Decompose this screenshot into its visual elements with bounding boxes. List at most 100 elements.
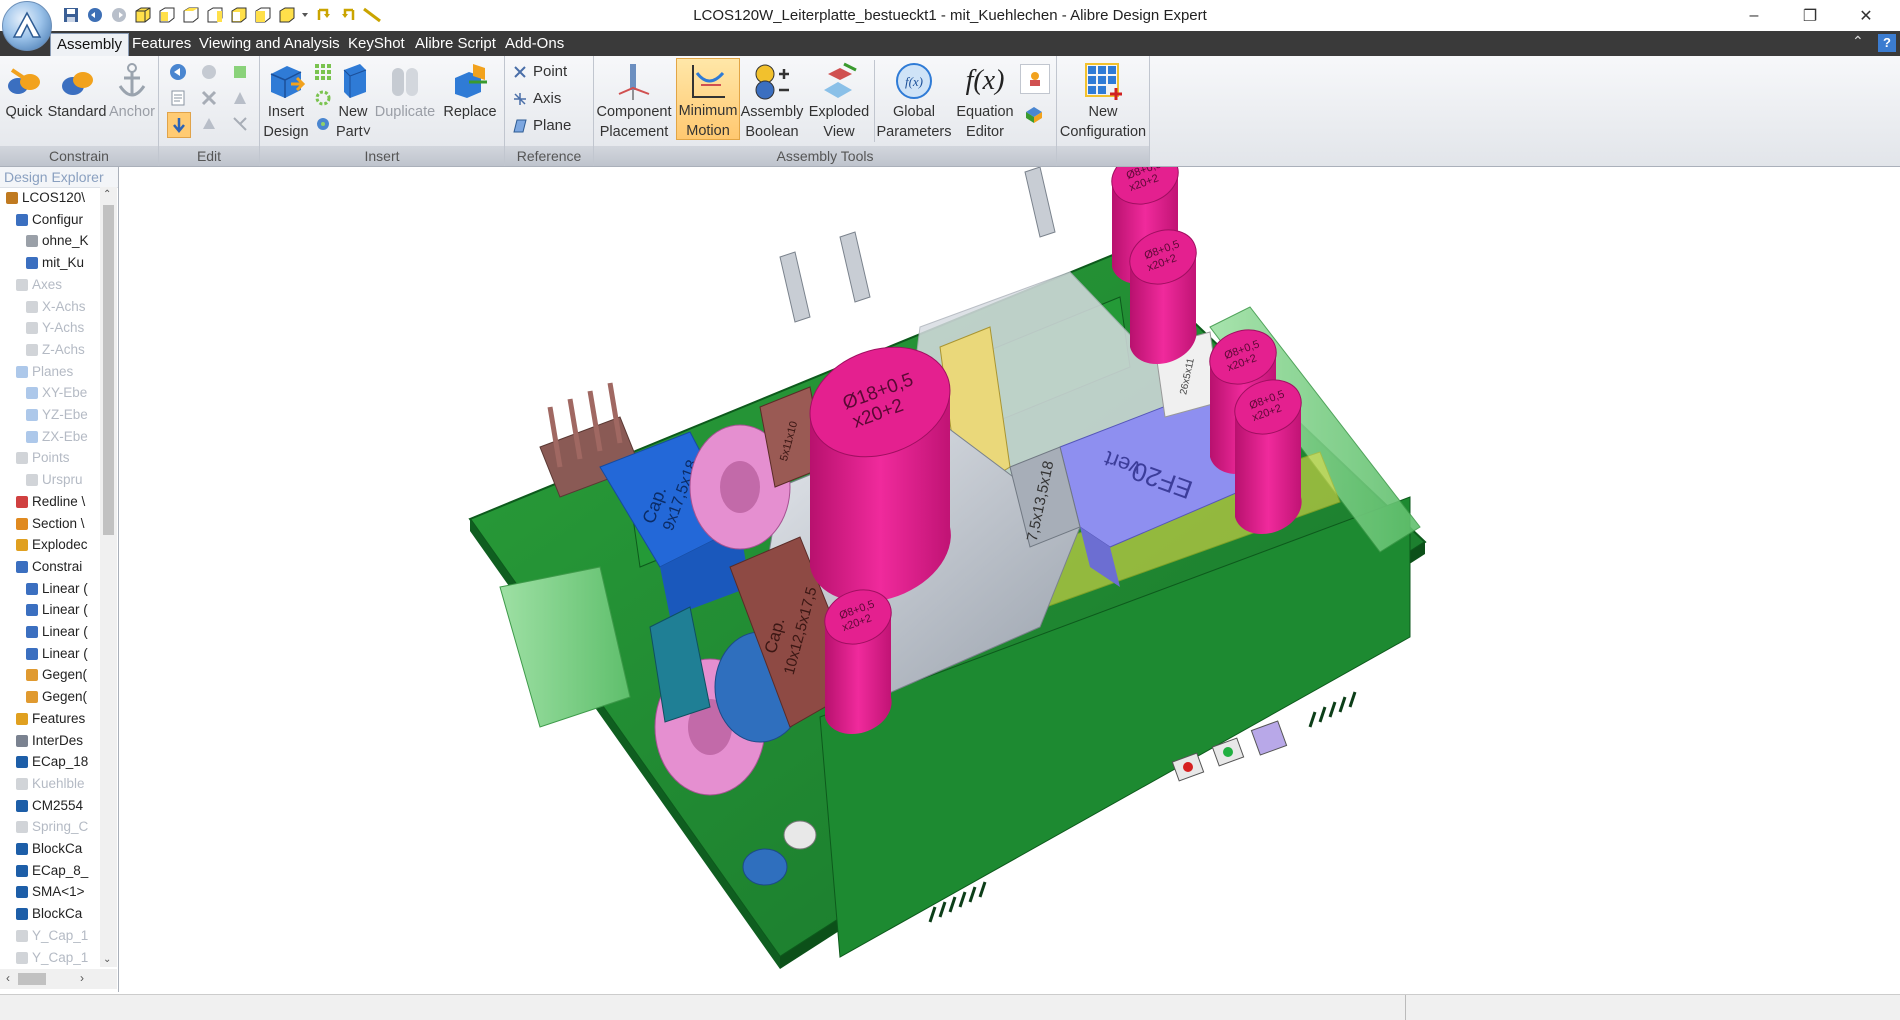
- tree-node[interactable]: CM2554: [16, 795, 83, 817]
- axis-button[interactable]: Axis: [513, 87, 561, 111]
- tree-node[interactable]: Urspru: [26, 469, 83, 491]
- plane-button[interactable]: Plane: [513, 114, 571, 138]
- tree-horizontal-scrollbar[interactable]: ‹ ›: [0, 969, 117, 989]
- view-bottom-icon[interactable]: [204, 5, 225, 26]
- help-icon[interactable]: ?: [1878, 34, 1896, 52]
- redo-icon[interactable]: [108, 5, 129, 26]
- minimum-motion-button[interactable]: Minimum Motion: [676, 58, 740, 140]
- tree-node[interactable]: Constrai: [16, 556, 82, 578]
- assembly-boolean-button[interactable]: Assembly Boolean: [740, 60, 804, 142]
- edit-move-icon[interactable]: [167, 112, 191, 138]
- new-part-button[interactable]: New Part˅: [336, 60, 371, 142]
- scroll-up-icon[interactable]: ⌃: [103, 189, 111, 200]
- insert-design-button[interactable]: Insert Design: [262, 60, 310, 142]
- tab-keyshot[interactable]: KeyShot: [342, 33, 411, 56]
- tree-node[interactable]: ohne_K: [26, 230, 89, 252]
- edit-properties-icon[interactable]: [167, 86, 189, 110]
- rotate-right-icon[interactable]: [337, 5, 358, 26]
- minimize-button[interactable]: –: [1726, 0, 1782, 31]
- tree-node[interactable]: YZ-Ebe: [26, 404, 88, 426]
- tree-node[interactable]: ZX-Ebe: [26, 426, 88, 448]
- tree-node[interactable]: Section \: [16, 513, 85, 535]
- insert-hardware-icon[interactable]: [312, 112, 334, 136]
- bom-icon[interactable]: [1020, 100, 1048, 128]
- tree-node[interactable]: Gegen(: [26, 686, 87, 708]
- equation-editor-button[interactable]: f(x) Equation Editor: [952, 60, 1018, 142]
- tree-node[interactable]: Gegen(: [26, 664, 87, 686]
- tab-viewing-and-analysis[interactable]: Viewing and Analysis: [193, 33, 346, 56]
- tree-node[interactable]: Z-Achs: [26, 339, 85, 361]
- edit-suppress-icon[interactable]: [198, 60, 220, 84]
- undo-icon[interactable]: [84, 5, 105, 26]
- tree-node[interactable]: Linear (: [26, 621, 88, 643]
- edit-hide-icon[interactable]: [198, 112, 220, 136]
- view-iso-icon[interactable]: [276, 5, 297, 26]
- design-report-icon[interactable]: [1020, 64, 1050, 94]
- tree-node[interactable]: Features: [16, 708, 85, 730]
- close-button[interactable]: ✕: [1838, 0, 1894, 31]
- pcb-assembly-model[interactable]: EF20 vert 7,5x13,5x18 26x5x11 Cap. 9x17,…: [120, 149, 1900, 992]
- component-placement-button[interactable]: Component Placement: [594, 60, 674, 142]
- tree-node[interactable]: BlockCa: [16, 838, 82, 860]
- tree-node[interactable]: ECap_8_: [16, 860, 88, 882]
- tree-node[interactable]: X-Achs: [26, 296, 86, 318]
- tree-node[interactable]: Y_Cap_1: [16, 947, 88, 968]
- tree-node[interactable]: Configur: [16, 209, 83, 231]
- scroll-right-icon[interactable]: ›: [80, 971, 84, 985]
- ribbon-collapse-icon[interactable]: ⌃: [1852, 33, 1864, 50]
- tree-node[interactable]: BlockCa: [16, 903, 82, 925]
- duplicate-button[interactable]: Duplicate: [372, 60, 438, 122]
- view-left-icon[interactable]: [228, 5, 249, 26]
- tree-node[interactable]: Linear (: [26, 643, 88, 665]
- anchor-button[interactable]: Anchor: [108, 60, 156, 122]
- tree-node[interactable]: XY-Ebe: [26, 382, 87, 404]
- edit-back-icon[interactable]: [167, 60, 189, 84]
- edit-trim-icon[interactable]: [229, 112, 251, 136]
- tree-node[interactable]: ECap_18: [16, 751, 88, 773]
- edit-mirror-icon[interactable]: [229, 86, 251, 110]
- new-configuration-button[interactable]: New Configuration: [1059, 60, 1147, 142]
- tree-node[interactable]: Linear (: [26, 599, 88, 621]
- tab-features[interactable]: Features: [126, 33, 197, 56]
- edit-pattern-icon[interactable]: [229, 60, 251, 84]
- tree-node[interactable]: Spring_C: [16, 816, 88, 838]
- view-back-icon[interactable]: [156, 5, 177, 26]
- tree-node[interactable]: SMA<1>: [16, 881, 85, 903]
- 3d-viewport[interactable]: EF20 vert 7,5x13,5x18 26x5x11 Cap. 9x17,…: [120, 149, 1900, 992]
- save-icon[interactable]: [60, 5, 81, 26]
- insert-pattern-icon[interactable]: [312, 60, 334, 84]
- tab-add-ons[interactable]: Add-Ons: [499, 33, 570, 56]
- tree-node[interactable]: Kuehlble: [16, 773, 85, 795]
- tree-node[interactable]: Y-Achs: [26, 317, 84, 339]
- tab-assembly[interactable]: Assembly: [50, 33, 130, 57]
- tree-node[interactable]: Explodec: [16, 534, 88, 556]
- chevron-down-icon[interactable]: [300, 5, 310, 26]
- app-logo-icon[interactable]: [2, 1, 52, 51]
- tree-node[interactable]: Points: [16, 447, 70, 469]
- scroll-left-icon[interactable]: ‹: [6, 971, 10, 985]
- tree-node[interactable]: InterDes: [16, 730, 83, 752]
- replace-button[interactable]: Replace: [440, 60, 500, 122]
- tree-node[interactable]: Y_Cap_1: [16, 925, 88, 947]
- tree-node[interactable]: Axes: [16, 274, 62, 296]
- delete-icon[interactable]: [198, 86, 220, 110]
- tab-alibre-script[interactable]: Alibre Script: [409, 33, 502, 56]
- quick-constraint-button[interactable]: Quick: [4, 60, 44, 122]
- rotate-left-icon[interactable]: [313, 5, 334, 26]
- tree-node[interactable]: Planes: [16, 361, 73, 383]
- view-front-icon[interactable]: [132, 5, 153, 26]
- tree-node[interactable]: LCOS120\: [6, 187, 85, 209]
- restore-button[interactable]: ❐: [1782, 0, 1838, 31]
- tree-vscroll-thumb[interactable]: [103, 205, 114, 535]
- measure-icon[interactable]: [361, 5, 382, 26]
- tree-hscroll-thumb[interactable]: [18, 973, 46, 985]
- global-parameters-button[interactable]: f(x) Global Parameters: [874, 60, 953, 142]
- tree-node[interactable]: Redline \: [16, 491, 85, 513]
- tree-node[interactable]: mit_Ku: [26, 252, 84, 274]
- tree-vertical-scrollbar[interactable]: ⌃ ⌄: [100, 187, 117, 967]
- standard-constraint-button[interactable]: Standard: [46, 60, 108, 122]
- tree-node[interactable]: Linear (: [26, 578, 88, 600]
- view-right-icon[interactable]: [252, 5, 273, 26]
- view-top-icon[interactable]: [180, 5, 201, 26]
- exploded-view-button[interactable]: Exploded View: [806, 60, 872, 142]
